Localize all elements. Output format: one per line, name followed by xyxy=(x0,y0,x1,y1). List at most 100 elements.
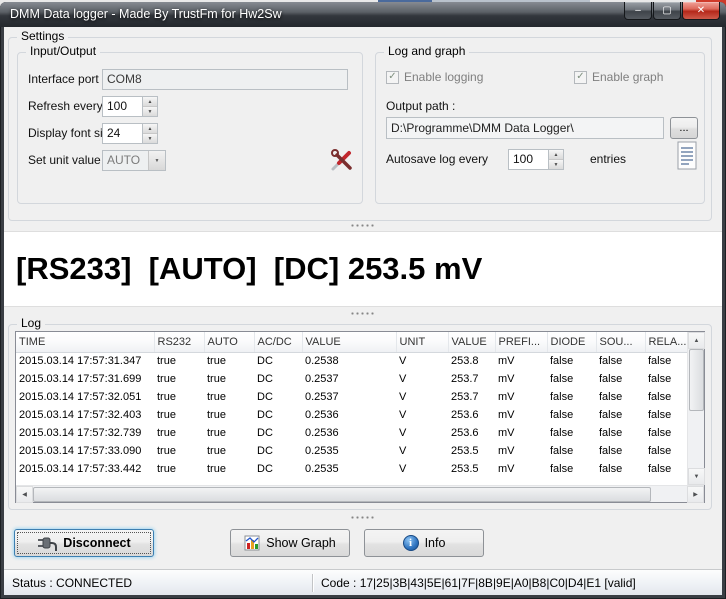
enable-graph-label: Enable graph xyxy=(592,70,663,84)
log-cell: false xyxy=(645,424,687,442)
log-column-header[interactable]: UNIT xyxy=(396,332,448,352)
spin-down-button[interactable]: ▼ xyxy=(143,107,157,116)
log-cell: V xyxy=(396,424,448,442)
action-buttons-row: Disconnect Show Graph i Info xyxy=(4,529,722,559)
table-row[interactable]: 2015.03.14 17:57:33.090truetrueDC0.2535V… xyxy=(16,442,687,460)
log-cell: DC xyxy=(254,352,302,370)
log-column-header[interactable]: PREFI... xyxy=(495,332,547,352)
log-column-header[interactable]: AC/DC xyxy=(254,332,302,352)
log-listview: TIMERS232AUTOAC/DCVALUEUNITVALUEPREFI...… xyxy=(15,331,705,503)
spin-up-button[interactable]: ▲ xyxy=(549,150,563,160)
table-row[interactable]: 2015.03.14 17:57:31.347truetrueDC0.2538V… xyxy=(16,352,687,370)
show-graph-button[interactable]: Show Graph xyxy=(230,529,350,557)
splitter-dots-icon xyxy=(350,224,376,227)
minimize-button[interactable]: – xyxy=(624,2,652,20)
log-cell: 0.2538 xyxy=(302,352,396,370)
log-column-header[interactable]: AUTO xyxy=(204,332,254,352)
scroll-right-icon: ▶ xyxy=(693,491,698,498)
autosave-label: Autosave log every xyxy=(386,149,488,170)
interface-port-field[interactable]: COM8 xyxy=(102,69,348,90)
plug-icon xyxy=(37,535,57,551)
font-size-row: Display font size 24 ▲ ▼ xyxy=(18,123,362,144)
splitter-handle[interactable] xyxy=(4,221,722,229)
spin-down-button[interactable]: ▼ xyxy=(143,134,157,143)
window-controls: – ▢ ✕ xyxy=(624,2,720,20)
browse-ellipsis: ... xyxy=(679,122,688,134)
splitter-handle[interactable] xyxy=(4,309,722,317)
log-cell: 253.7 xyxy=(448,388,495,406)
browse-button[interactable]: ... xyxy=(670,117,698,139)
enable-logging-checkbox[interactable]: ✓ Enable logging xyxy=(386,69,483,85)
log-column-header[interactable]: VALUE xyxy=(448,332,495,352)
spin-up-button[interactable]: ▲ xyxy=(143,97,157,107)
table-row[interactable]: 2015.03.14 17:57:32.403truetrueDC0.2536V… xyxy=(16,406,687,424)
combo-dropdown-button[interactable]: ▼ xyxy=(148,151,165,170)
table-row[interactable]: 2015.03.14 17:57:33.442truetrueDC0.2535V… xyxy=(16,460,687,478)
settings-group: Settings Input/Output Interface port COM… xyxy=(8,37,712,221)
log-group-label: Log xyxy=(17,316,45,330)
log-cell: false xyxy=(596,406,645,424)
unit-value-combo[interactable]: AUTO ▼ xyxy=(102,150,166,171)
spinner-buttons: ▲ ▼ xyxy=(142,123,158,144)
scroll-up-icon: ▲ xyxy=(694,338,700,344)
maximize-button[interactable]: ▢ xyxy=(653,2,681,20)
log-cell: true xyxy=(154,442,204,460)
log-column-header[interactable]: RS232 xyxy=(154,332,204,352)
log-cell: false xyxy=(547,406,596,424)
vertical-scrollbar[interactable]: ▲ ▼ xyxy=(687,332,704,485)
log-cell: 2015.03.14 17:57:32.739 xyxy=(16,424,154,442)
log-column-header[interactable]: VALUE xyxy=(302,332,396,352)
log-header-row: TIMERS232AUTOAC/DCVALUEUNITVALUEPREFI...… xyxy=(16,332,687,352)
log-cell: 253.5 xyxy=(448,442,495,460)
log-notes-icon[interactable] xyxy=(676,141,698,171)
log-cell: 2015.03.14 17:57:32.051 xyxy=(16,388,154,406)
log-cell: mV xyxy=(495,442,547,460)
log-cell: V xyxy=(396,460,448,478)
table-row[interactable]: 2015.03.14 17:57:32.051truetrueDC0.2537V… xyxy=(16,388,687,406)
scroll-down-button[interactable]: ▼ xyxy=(688,468,705,485)
unit-value-row: Set unit value AUTO ▼ xyxy=(18,150,362,171)
horizontal-scroll-thumb[interactable] xyxy=(33,487,651,502)
info-button[interactable]: i Info xyxy=(364,529,484,557)
log-cell: DC xyxy=(254,406,302,424)
spin-up-button[interactable]: ▲ xyxy=(143,124,157,134)
log-cell: false xyxy=(645,388,687,406)
scroll-right-button[interactable]: ▶ xyxy=(687,486,704,503)
enable-graph-checkbox[interactable]: ✓ Enable graph xyxy=(574,69,663,85)
scroll-left-button[interactable]: ◀ xyxy=(16,486,33,503)
refresh-rate-spinner[interactable]: 100 ▲ ▼ xyxy=(102,96,158,117)
log-cell: DC xyxy=(254,424,302,442)
log-cell: V xyxy=(396,406,448,424)
spin-down-button[interactable]: ▼ xyxy=(549,160,563,169)
output-path-field[interactable]: D:\Programme\DMM Data Logger\ xyxy=(386,117,664,139)
refresh-rate-value[interactable]: 100 xyxy=(102,96,142,117)
log-cell: mV xyxy=(495,352,547,370)
chevron-up-icon: ▲ xyxy=(148,99,153,105)
autosave-spinner[interactable]: 100 ▲ ▼ xyxy=(508,149,564,170)
log-cell: false xyxy=(547,370,596,388)
log-cell: 0.2537 xyxy=(302,370,396,388)
scroll-up-button[interactable]: ▲ xyxy=(688,332,705,349)
app-window: DMM Data logger - Made By TrustFm for Hw… xyxy=(0,2,726,599)
log-column-header[interactable]: RELA... xyxy=(645,332,687,352)
tools-icon[interactable] xyxy=(330,148,354,172)
titlebar[interactable]: DMM Data logger - Made By TrustFm for Hw… xyxy=(0,2,726,27)
font-size-spinner[interactable]: 24 ▲ ▼ xyxy=(102,123,158,144)
log-column-header[interactable]: TIME xyxy=(16,332,154,352)
log-cell: DC xyxy=(254,370,302,388)
log-column-header[interactable]: SOU... xyxy=(596,332,645,352)
table-row[interactable]: 2015.03.14 17:57:32.739truetrueDC0.2536V… xyxy=(16,424,687,442)
status-bar: Status : CONNECTED Code : 17|25|3B|43|5E… xyxy=(4,569,722,595)
log-cell: true xyxy=(204,406,254,424)
font-size-value[interactable]: 24 xyxy=(102,123,142,144)
disconnect-button[interactable]: Disconnect xyxy=(14,529,154,557)
log-column-header[interactable]: DIODE xyxy=(547,332,596,352)
autosave-value[interactable]: 100 xyxy=(508,149,548,170)
vertical-scroll-thumb[interactable] xyxy=(689,349,704,411)
horizontal-scrollbar[interactable]: ◀ ▶ xyxy=(16,485,704,502)
table-row[interactable]: 2015.03.14 17:57:31.699truetrueDC0.2537V… xyxy=(16,370,687,388)
chevron-down-icon: ▼ xyxy=(148,109,153,115)
log-cell: mV xyxy=(495,406,547,424)
close-button[interactable]: ✕ xyxy=(682,2,720,20)
splitter-handle[interactable] xyxy=(4,513,722,521)
